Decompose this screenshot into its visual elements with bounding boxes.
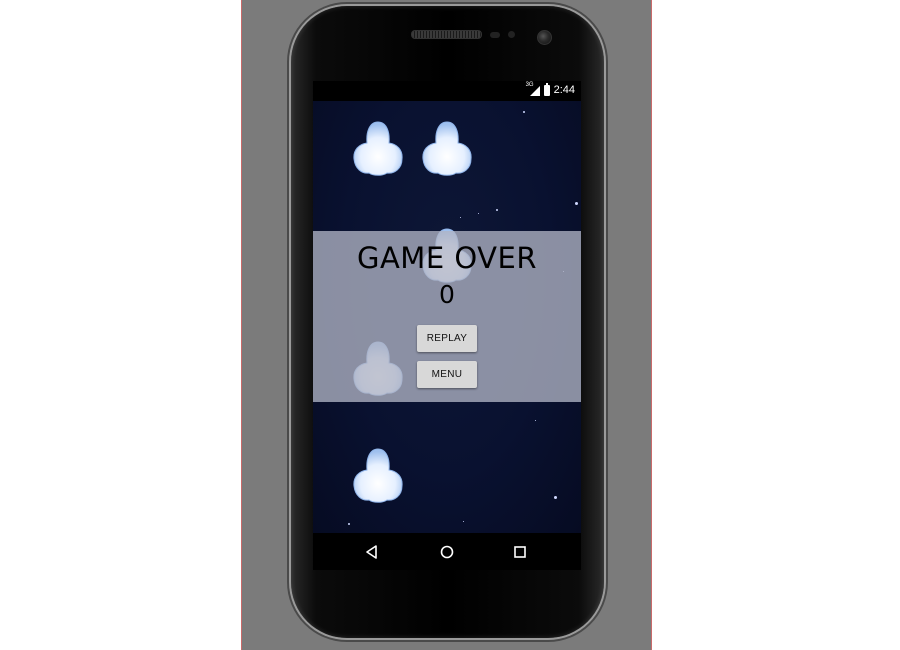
game-over-panel: GAME OVER 0 REPLAY MENU [313, 231, 581, 402]
star [460, 217, 461, 218]
star [575, 202, 578, 205]
game-screen[interactable]: GAME OVER 0 REPLAY MENU [313, 101, 581, 533]
signal-icon: 3G [526, 82, 540, 96]
emulator-edge [651, 0, 652, 650]
proximity-sensor [490, 32, 500, 38]
navigation-bar [313, 533, 581, 570]
star [535, 420, 536, 421]
star [463, 521, 464, 522]
star [496, 209, 498, 211]
star [554, 496, 557, 499]
score-value: 0 [439, 280, 455, 309]
menu-button[interactable]: MENU [417, 361, 477, 388]
star [478, 213, 479, 214]
status-right: 3G 2:44 [526, 82, 575, 97]
status-bar: 3G 2:44 [313, 81, 581, 101]
speaker-grille [411, 30, 482, 39]
cloud-sprite [349, 119, 407, 177]
home-icon[interactable] [437, 542, 457, 562]
light-sensor [508, 31, 515, 38]
recents-icon[interactable] [510, 542, 530, 562]
star [348, 523, 350, 525]
battery-icon [543, 82, 550, 96]
back-icon[interactable] [362, 542, 382, 562]
replay-button[interactable]: REPLAY [417, 325, 477, 352]
cloud-sprite [349, 446, 407, 504]
game-over-title: GAME OVER [356, 241, 537, 275]
star [523, 111, 525, 113]
front-camera-icon [537, 30, 552, 45]
status-time: 2:44 [553, 84, 575, 96]
emulator-edge [241, 0, 242, 650]
cloud-sprite [418, 119, 476, 177]
